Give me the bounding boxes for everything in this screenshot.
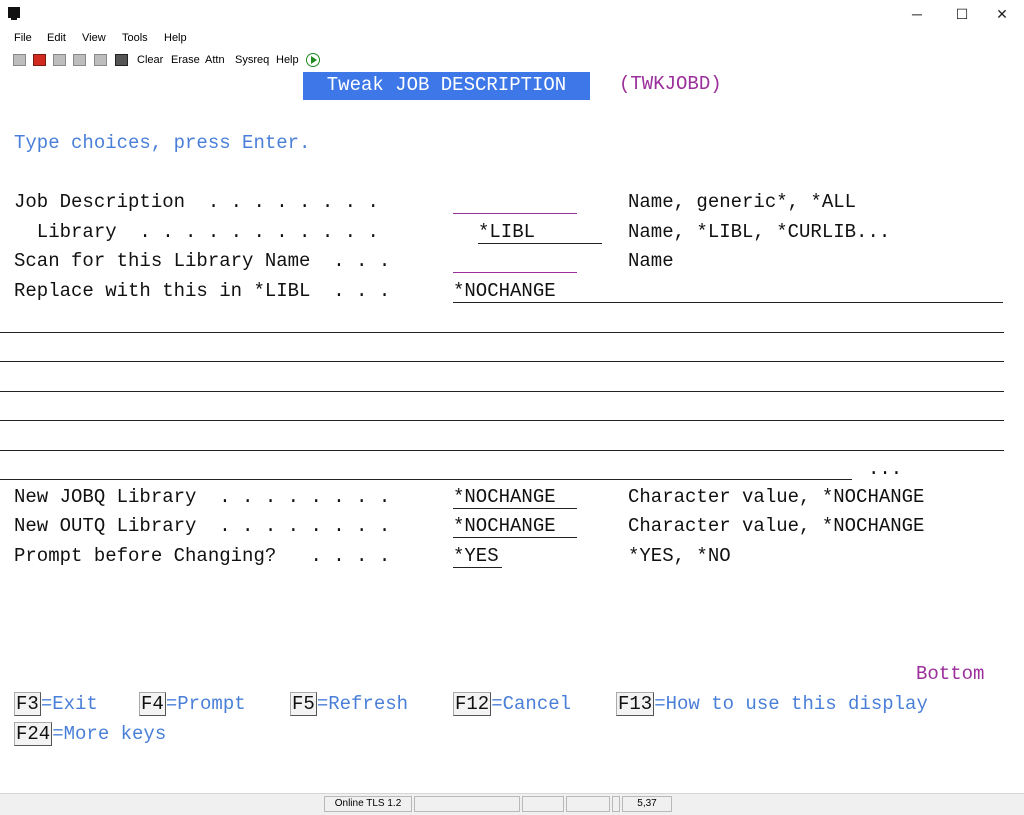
record-icon[interactable]	[115, 54, 128, 66]
bottom-indicator: Bottom	[916, 663, 985, 685]
replace-libl-input[interactable]: *NOCHANGE	[453, 280, 556, 302]
fkey-f4-label[interactable]: F4	[139, 692, 166, 716]
print-icon[interactable]	[94, 54, 107, 66]
fkey-f13-text: =How to use this display	[654, 693, 928, 715]
copy-icon[interactable]	[53, 54, 66, 66]
field-hint-outq-library: Character value, *NOCHANGE	[628, 515, 925, 537]
close-button[interactable]: ✕	[979, 0, 1024, 30]
field-label-outq-library: New OUTQ Library . . . . . . . .	[14, 515, 391, 537]
replace-libl-line-6[interactable]	[0, 450, 1004, 451]
prompt-changing-underline	[453, 567, 502, 568]
play-icon[interactable]	[306, 53, 320, 67]
clear-button[interactable]: Clear	[137, 54, 163, 66]
menu-view[interactable]: View	[82, 32, 106, 44]
fkey-f5[interactable]: F5 =Refresh	[290, 692, 409, 716]
outq-library-underline	[453, 537, 577, 538]
replace-libl-underline	[453, 302, 1003, 303]
field-label-prompt-changing: Prompt before Changing? . . . .	[14, 545, 391, 567]
help-button[interactable]: Help	[276, 54, 299, 66]
field-label-library: Library . . . . . . . . . . .	[14, 221, 379, 243]
replace-libl-line-5[interactable]	[0, 420, 1004, 421]
instruction-text: Type choices, press Enter.	[14, 132, 311, 154]
job-description-underline	[453, 213, 577, 214]
field-hint-jobq-library: Character value, *NOCHANGE	[628, 486, 925, 508]
scan-library-underline	[453, 272, 577, 273]
status-cell-blank-2	[522, 796, 564, 812]
menu-bar: File Edit View Tools Help	[0, 30, 1024, 48]
fkey-f24[interactable]: F24 =More keys	[14, 722, 167, 746]
outq-library-input[interactable]: *NOCHANGE	[453, 515, 556, 537]
terminal-app-icon	[8, 7, 20, 20]
more-ellipsis: ...	[868, 458, 903, 480]
field-hint-library: Name, *LIBL, *CURLIB...	[628, 221, 891, 243]
fkey-f12[interactable]: F12 =Cancel	[453, 692, 572, 716]
replace-libl-line-4[interactable]	[0, 391, 1004, 392]
fkey-f24-label[interactable]: F24	[14, 722, 53, 746]
jobq-library-input[interactable]: *NOCHANGE	[453, 486, 556, 508]
replace-libl-line-2[interactable]	[0, 332, 1004, 333]
toolbar: Clear Erase Attn Sysreq Help	[0, 49, 1024, 71]
field-label-job-description: Job Description . . . . . . . .	[14, 191, 379, 213]
fkey-f13-label[interactable]: F13	[616, 692, 655, 716]
erase-button[interactable]: Erase	[171, 54, 200, 66]
paste-icon[interactable]	[73, 54, 86, 66]
field-hint-scan-library: Name	[628, 250, 674, 272]
fkey-f12-text: =Cancel	[491, 693, 572, 715]
fkey-f13[interactable]: F13 =How to use this display	[616, 692, 928, 716]
replace-libl-line-7[interactable]	[0, 479, 852, 480]
connection-status: Online TLS 1.2	[324, 796, 412, 812]
status-cell-blank-1	[414, 796, 520, 812]
screen-title: Tweak JOB DESCRIPTION	[303, 72, 590, 100]
title-bar: ─ ☐ ✕	[0, 0, 1024, 30]
menu-edit[interactable]: Edit	[47, 32, 66, 44]
fkey-f24-text: =More keys	[52, 723, 167, 745]
status-cell-blank-3	[566, 796, 610, 812]
flag-icon[interactable]	[33, 54, 46, 66]
library-underline	[478, 243, 602, 244]
fkey-f3[interactable]: F3 =Exit	[14, 692, 98, 716]
cursor-position: 5,37	[622, 796, 672, 812]
fkey-f3-label[interactable]: F3	[14, 692, 41, 716]
fkey-f5-text: =Refresh	[316, 693, 409, 715]
status-cell-blank-4	[612, 796, 620, 812]
replace-libl-line-3[interactable]	[0, 361, 1004, 362]
menu-file[interactable]: File	[14, 32, 32, 44]
fkey-f4-text: =Prompt	[165, 693, 246, 715]
printer-icon[interactable]	[13, 54, 26, 66]
field-label-replace-libl: Replace with this in *LIBL . . .	[14, 280, 391, 302]
field-hint-prompt-changing: *YES, *NO	[628, 545, 731, 567]
prompt-changing-input[interactable]: *YES	[453, 545, 499, 567]
fkey-f12-label[interactable]: F12	[453, 692, 492, 716]
field-label-scan-library: Scan for this Library Name . . .	[14, 250, 391, 272]
fkey-f3-text: =Exit	[40, 693, 98, 715]
menu-help[interactable]: Help	[164, 32, 187, 44]
library-input[interactable]: *LIBL	[478, 221, 535, 243]
sysreq-button[interactable]: Sysreq	[235, 54, 269, 66]
fkey-f4[interactable]: F4 =Prompt	[139, 692, 246, 716]
status-bar: Online TLS 1.2 5,37	[0, 793, 1024, 815]
program-name: (TWKJOBD)	[619, 73, 722, 95]
menu-tools[interactable]: Tools	[122, 32, 148, 44]
minimize-button[interactable]: ─	[894, 0, 940, 30]
field-label-jobq-library: New JOBQ Library . . . . . . . .	[14, 486, 391, 508]
field-hint-job-description: Name, generic*, *ALL	[628, 191, 857, 213]
terminal-screen[interactable]: Tweak JOB DESCRIPTION (TWKJOBD) Type cho…	[0, 71, 1024, 793]
jobq-library-underline	[453, 508, 577, 509]
attn-button[interactable]: Attn	[205, 54, 225, 66]
fkey-f5-label[interactable]: F5	[290, 692, 317, 716]
